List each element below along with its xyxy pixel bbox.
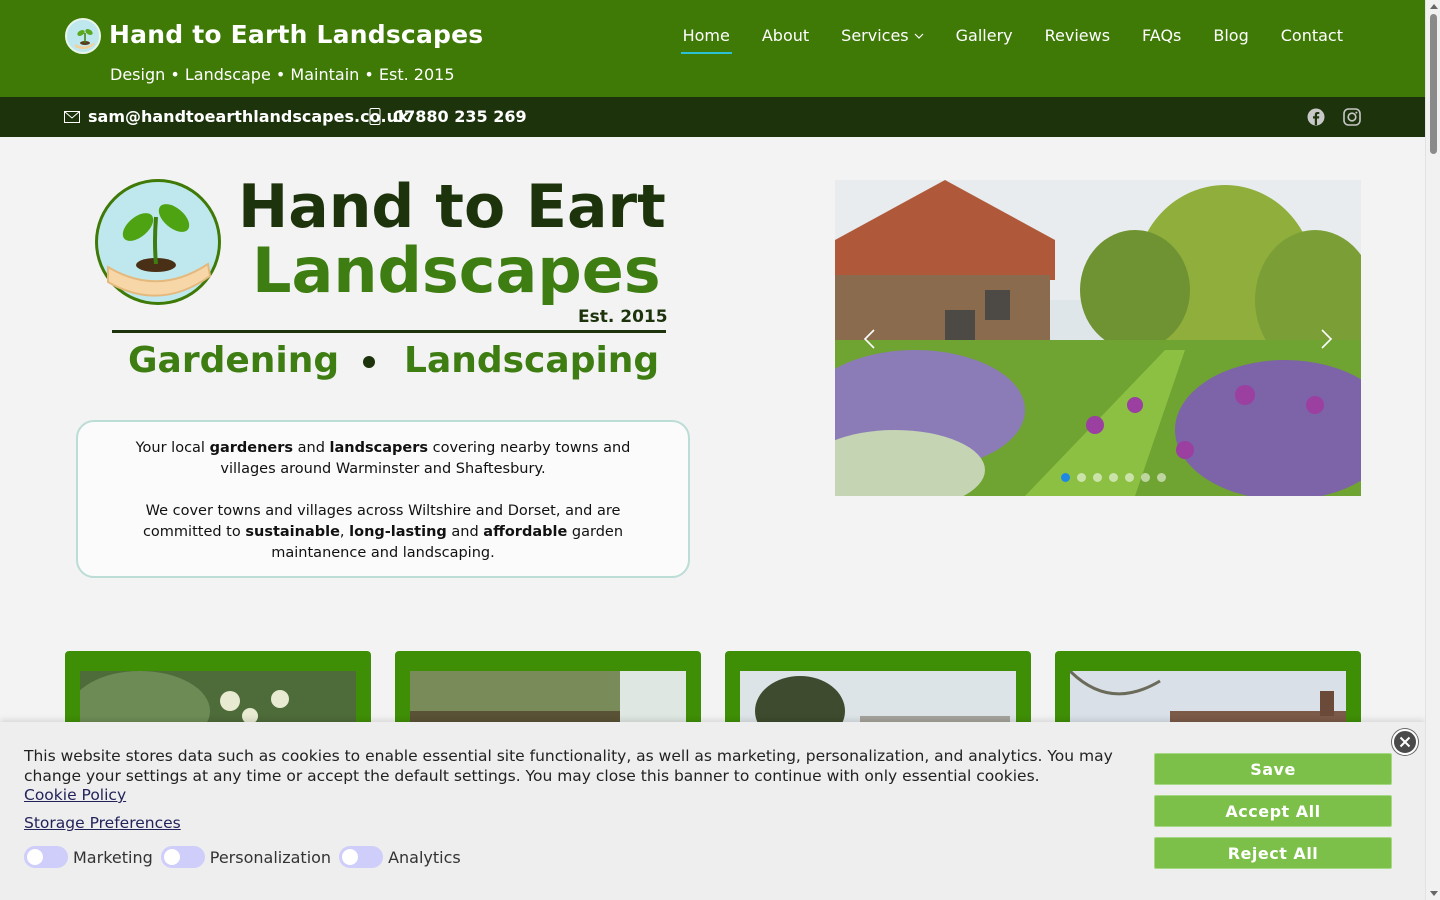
slider-prev-icon[interactable] bbox=[859, 328, 881, 350]
nav-gallery-label: Gallery bbox=[955, 26, 1013, 45]
chevron-down-icon bbox=[914, 33, 924, 39]
scrollbar-thumb[interactable] bbox=[1430, 14, 1437, 154]
nav-blog-label: Blog bbox=[1213, 26, 1249, 45]
scroll-up-icon[interactable] bbox=[1430, 4, 1438, 9]
accept-all-button[interactable]: Accept All bbox=[1154, 795, 1392, 827]
scroll-down-icon[interactable] bbox=[1430, 891, 1438, 896]
brand-logo-icon[interactable] bbox=[65, 18, 101, 54]
nav-blog[interactable]: Blog bbox=[1213, 26, 1248, 54]
slider-next-icon[interactable] bbox=[1315, 328, 1337, 350]
intro-bold-affordable: affordable bbox=[483, 524, 568, 540]
slider-dot[interactable] bbox=[1061, 473, 1070, 482]
intro-bold-long-lasting: long-lasting bbox=[349, 524, 447, 540]
intro-text: and bbox=[293, 440, 330, 456]
facebook-icon[interactable] bbox=[1307, 108, 1325, 126]
nav-contact-label: Contact bbox=[1280, 26, 1343, 45]
personalization-toggle-label: Personalization bbox=[209, 847, 332, 867]
intro-bold-sustainable: sustainable bbox=[245, 524, 340, 540]
nav-reviews-label: Reviews bbox=[1044, 26, 1111, 45]
nav-home[interactable]: Home bbox=[680, 26, 733, 54]
slider-dot[interactable] bbox=[1125, 473, 1134, 482]
marketing-toggle-label: Marketing bbox=[73, 847, 153, 867]
nav-home-label: Home bbox=[682, 26, 730, 45]
cookie-banner: This website stores data such as cookies… bbox=[0, 722, 1425, 900]
logo-sub-left: Gardening bbox=[128, 340, 339, 381]
nav-services-label: Services bbox=[841, 26, 909, 45]
email-link[interactable]: sam@handtoearthlandscapes.co.uk bbox=[64, 107, 409, 126]
slider-dot[interactable] bbox=[1157, 473, 1166, 482]
close-banner-button[interactable] bbox=[1392, 729, 1418, 755]
reject-all-button[interactable]: Reject All bbox=[1154, 837, 1392, 869]
storage-preferences-link[interactable]: Storage Preferences bbox=[24, 814, 181, 832]
cookie-text: This website stores data such as cookies… bbox=[24, 747, 1113, 785]
nav-reviews[interactable]: Reviews bbox=[1045, 26, 1110, 54]
brand-title[interactable]: Hand to Earth Landscapes bbox=[109, 20, 483, 49]
slider-dots bbox=[1061, 473, 1166, 482]
intro-text: and bbox=[446, 524, 484, 540]
intro-bold-gardeners: gardeners bbox=[209, 440, 294, 456]
brand-tagline: Design • Landscape • Maintain • Est. 201… bbox=[110, 65, 455, 84]
slider-dot[interactable] bbox=[1109, 473, 1118, 482]
hero-logo: Hand to Earth Landscapes Est. 2015 Garde… bbox=[95, 172, 670, 381]
analytics-toggle-label: Analytics bbox=[388, 847, 461, 867]
email-text: sam@handtoearthlandscapes.co.uk bbox=[88, 107, 409, 126]
contact-bar: sam@handtoearthlandscapes.co.uk 07880 23… bbox=[0, 97, 1425, 137]
slider-dot[interactable] bbox=[1093, 473, 1102, 482]
slider-dot[interactable] bbox=[1141, 473, 1150, 482]
cookie-policy-link[interactable]: Cookie Policy bbox=[24, 786, 126, 804]
nav-faqs[interactable]: FAQs bbox=[1142, 26, 1181, 54]
nav-about-label: About bbox=[761, 26, 810, 45]
nav-gallery[interactable]: Gallery bbox=[956, 26, 1013, 54]
analytics-toggle[interactable] bbox=[339, 846, 384, 868]
cookie-toggles: Marketing Personalization Analytics bbox=[24, 846, 469, 868]
intro-paragraph-2: We cover towns and villages across Wilts… bbox=[108, 501, 658, 564]
intro-text: , bbox=[339, 524, 350, 540]
site-header: Hand to Earth Landscapes Design • Landsc… bbox=[0, 0, 1425, 97]
logo-line1: Hand to Earth bbox=[238, 172, 670, 242]
nav-contact[interactable]: Contact bbox=[1281, 26, 1343, 54]
marketing-toggle[interactable] bbox=[24, 846, 68, 868]
intro-paragraph-1: Your local gardeners and landscapers cov… bbox=[108, 438, 658, 480]
intro-text: Your local bbox=[135, 440, 210, 456]
phone-text: 07880 235 269 bbox=[393, 107, 527, 126]
logo-line2: Landscapes bbox=[252, 234, 661, 307]
intro-box: Your local gardeners and landscapers cov… bbox=[76, 420, 690, 578]
image-slider[interactable] bbox=[835, 180, 1361, 496]
nav-faqs-label: FAQs bbox=[1142, 26, 1182, 45]
main-nav: Home About Services Gallery Reviews FAQs… bbox=[680, 26, 1343, 54]
envelope-icon bbox=[64, 110, 80, 123]
page-scrollbar[interactable] bbox=[1425, 0, 1440, 900]
nav-services[interactable]: Services bbox=[841, 26, 924, 54]
personalization-toggle[interactable] bbox=[160, 846, 205, 868]
phone-link[interactable]: 07880 235 269 bbox=[369, 107, 527, 126]
intro-bold-landscapers: landscapers bbox=[329, 440, 429, 456]
logo-sub-right: Landscaping bbox=[404, 340, 659, 381]
logo-est: Est. 2015 bbox=[578, 307, 668, 327]
save-button[interactable]: Save bbox=[1154, 753, 1392, 785]
mobile-phone-icon bbox=[369, 108, 381, 125]
slider-dot[interactable] bbox=[1077, 473, 1086, 482]
instagram-icon[interactable] bbox=[1343, 108, 1361, 126]
close-icon bbox=[1399, 736, 1411, 748]
garden-cottage-photo bbox=[835, 180, 1361, 496]
nav-about[interactable]: About bbox=[762, 26, 809, 54]
